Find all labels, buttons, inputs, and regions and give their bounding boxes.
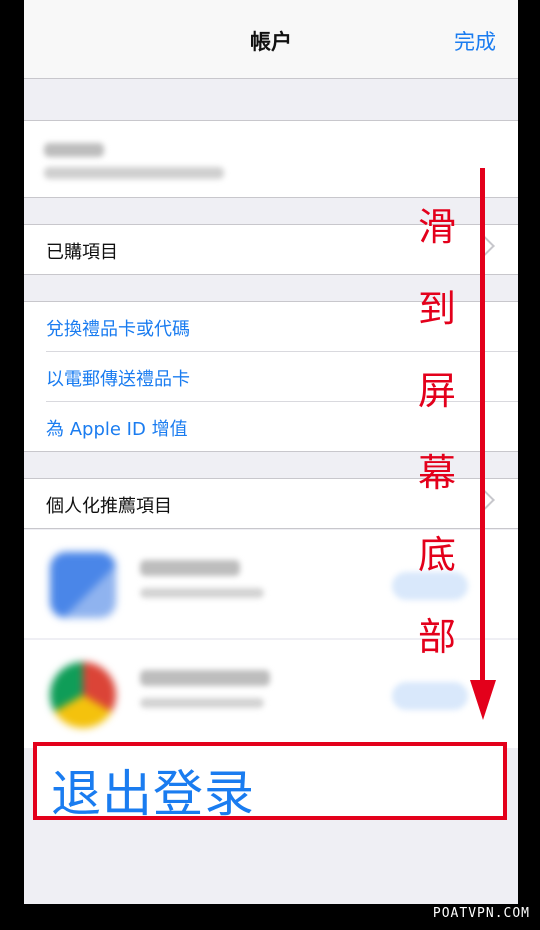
blurred-app-subtitle <box>140 698 264 708</box>
annotation-arrow-shaft <box>480 168 485 698</box>
google-translate-icon <box>50 552 116 618</box>
blurred-app-title <box>140 560 240 576</box>
blurred-app-subtitle <box>140 588 264 598</box>
chrome-icon <box>50 662 116 728</box>
send-gift-link[interactable]: 以電郵傳送禮品卡 <box>46 365 190 391</box>
account-info-section[interactable] <box>24 120 518 198</box>
chevron-right-icon <box>475 490 495 510</box>
done-button[interactable]: 完成 <box>454 26 496 56</box>
blurred-account-email <box>44 167 224 179</box>
annotation-char: 滑 <box>417 205 456 249</box>
blurred-app-title <box>140 670 270 686</box>
navigation-bar: 帳户 完成 <box>24 0 518 79</box>
annotation-char: 底 <box>417 533 456 577</box>
phone-screen: 帳户 完成 已購項目 兌換禮品卡或代碼 以電郵傳送禮品卡 為 Apple ID … <box>24 0 518 904</box>
redeem-link[interactable]: 兌換禮品卡或代碼 <box>46 315 190 341</box>
arrow-down-icon <box>470 680 496 720</box>
watermark: POATVPN.COM <box>432 906 530 921</box>
logout-label: 退出登录 <box>51 765 255 823</box>
get-button[interactable] <box>392 682 468 710</box>
logout-button[interactable]: 退出登录 <box>33 742 507 823</box>
add-funds-link[interactable]: 為 Apple ID 增值 <box>46 415 188 441</box>
chevron-right-icon <box>475 236 495 256</box>
page-title: 帳户 <box>250 30 292 54</box>
personalized-label: 個人化推薦項目 <box>46 496 172 517</box>
annotation-char: 屏 <box>417 369 456 413</box>
annotation-char: 幕 <box>417 451 456 495</box>
blurred-account-name <box>44 143 104 157</box>
annotation-char: 部 <box>417 615 456 659</box>
annotation-char: 到 <box>417 287 456 331</box>
purchased-label: 已購項目 <box>46 242 118 263</box>
